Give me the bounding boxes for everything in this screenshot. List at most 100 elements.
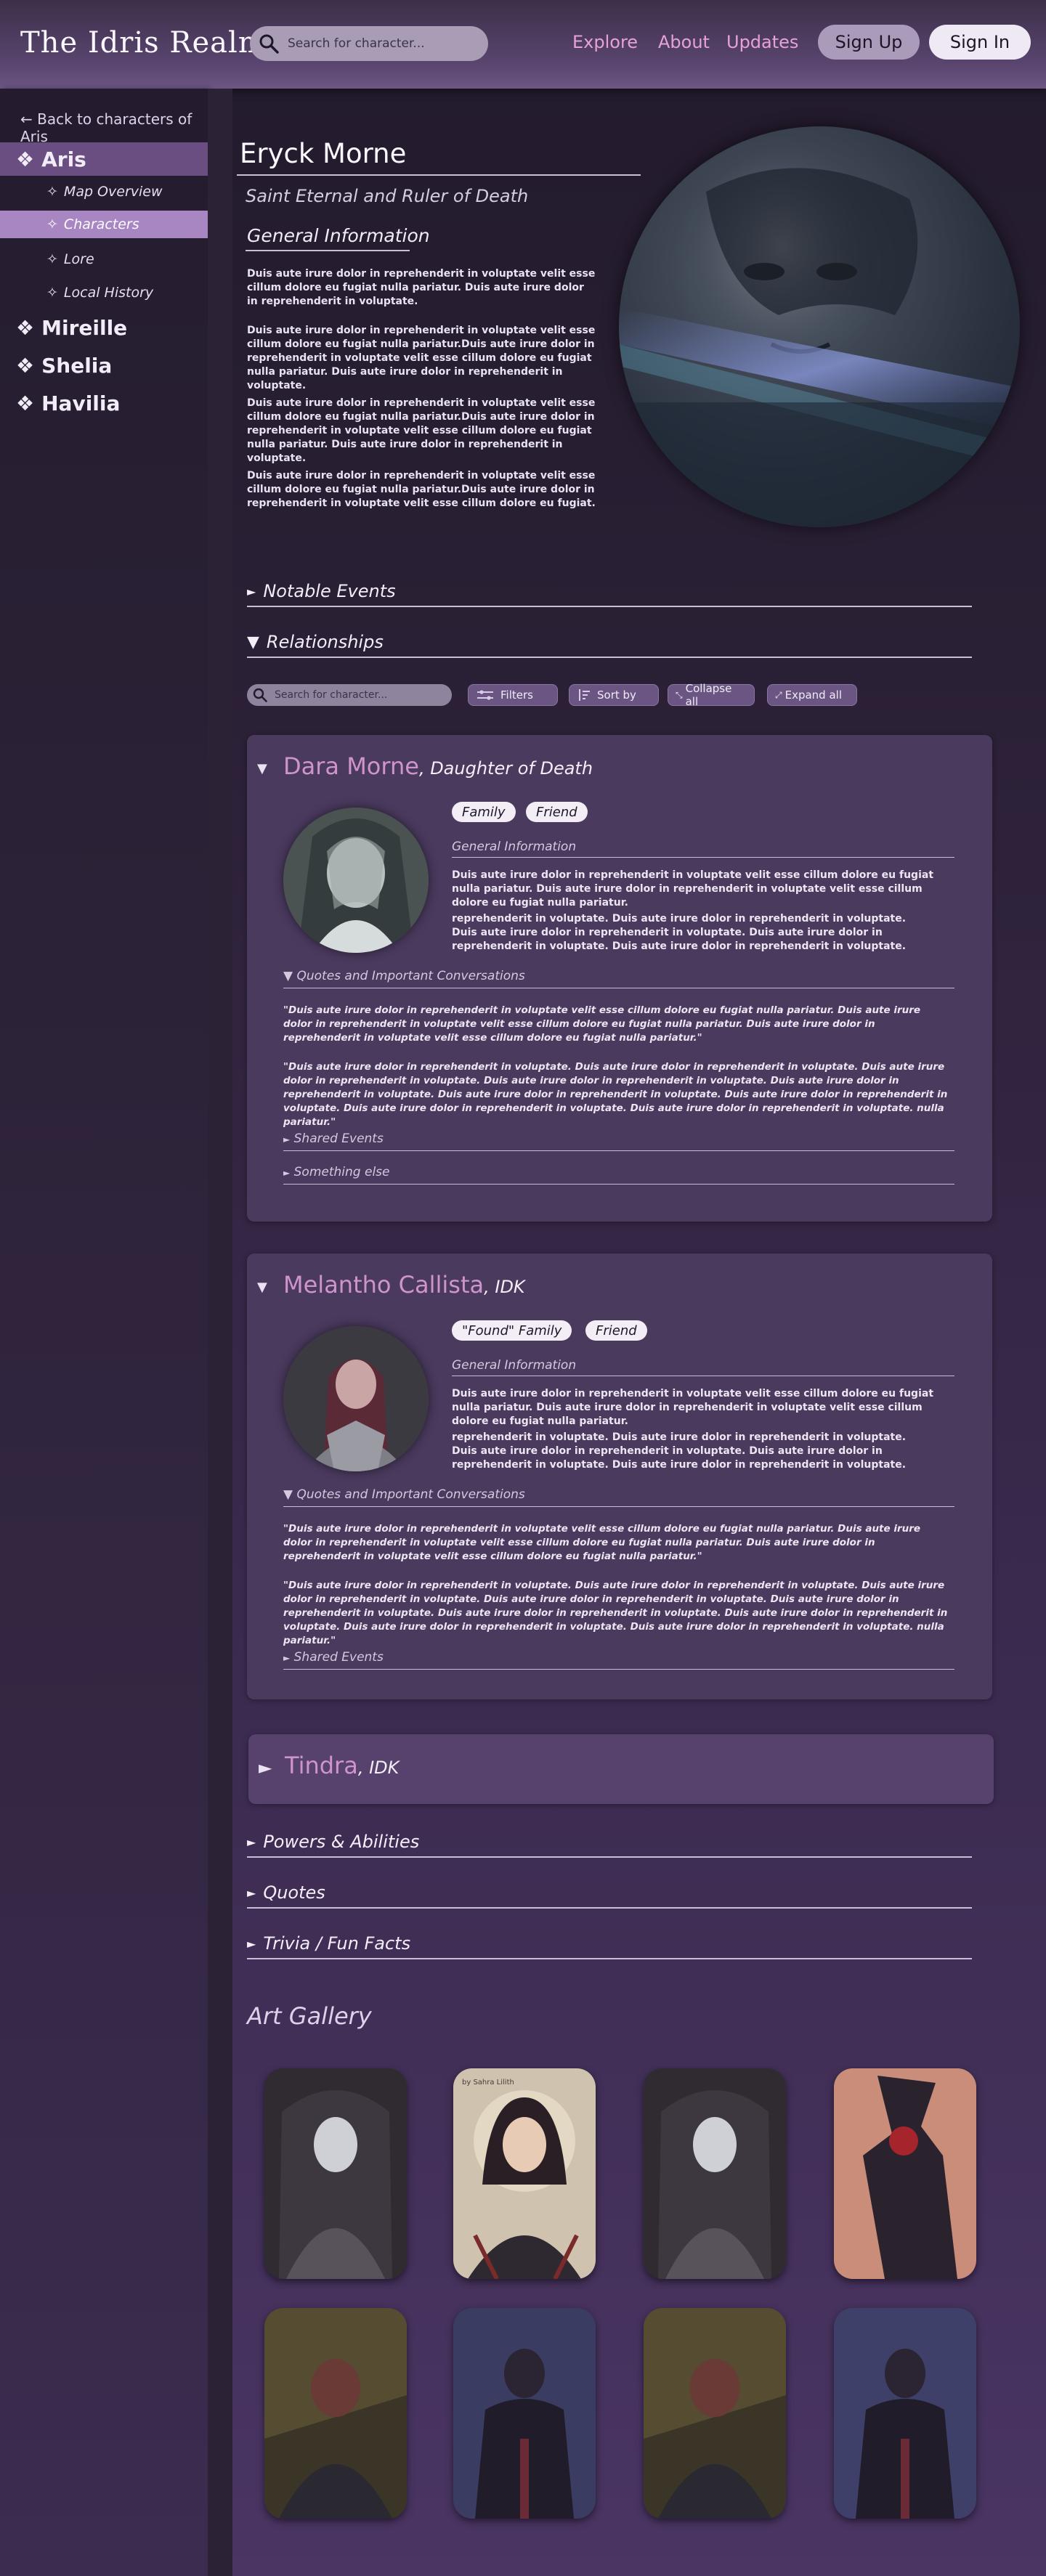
relationship-name-line: Melantho Callista, IDK [283,1271,525,1299]
something-else-toggle[interactable]: ► Something else [283,1165,389,1179]
section-divider [247,1907,972,1909]
shared-events-toggle[interactable]: ► Shared Events [283,1131,384,1146]
filters-button[interactable]: Filters [468,684,558,706]
gallery-thumbnail[interactable]: by Sahra Lilith [453,2068,596,2279]
relationship-card-collapsed[interactable]: ► Tindra, IDK [248,1734,994,1804]
collapse-all-label: Collapse all [685,682,732,708]
back-to-characters-link[interactable]: ← Back to characters of Aris [20,110,208,145]
gallery-thumbnail[interactable] [834,2068,976,2279]
nav-about-link[interactable]: About [658,32,710,52]
search-icon [253,688,267,702]
expand-caret-icon[interactable]: ► [259,1758,272,1778]
gallery-artwork [264,2068,407,2279]
sign-in-button[interactable]: Sign In [929,25,1031,60]
site-brand[interactable]: The Idris Realm [20,26,267,60]
sidebar-realm-label: Havilia [41,391,121,415]
collapse-caret-icon[interactable]: ▼ [257,1280,267,1295]
gallery-thumbnail[interactable] [453,2308,596,2519]
quotes-heading: Quotes and Important Conversations [296,1487,525,1502]
general-info-paragraph: Duis aute irure dolor in reprehenderit i… [247,268,596,307]
section-divider [247,1958,972,1959]
tag-badge[interactable]: "Found" Family [452,1320,572,1341]
collapse-all-button[interactable]: ⤡ Collapse all [668,682,755,708]
relationship-name[interactable]: Tindra [285,1752,358,1779]
sidebar-item-label: Lore [63,251,94,267]
tag-badge[interactable]: Friend [585,1320,647,1341]
diamond-outline-icon: ✧ [46,216,58,232]
card-divider [283,1150,954,1151]
card-general-heading: General Information [452,1358,577,1373]
gallery-thumbnail[interactable] [644,2308,786,2519]
relationship-avatar [283,1326,429,1471]
character-portrait [619,126,1020,527]
section-notable-events-toggle[interactable]: ► Notable Events [247,581,396,601]
section-divider [247,657,972,658]
relationship-role: Daughter of Death [430,758,593,779]
expand-all-label: Expand all [784,688,843,702]
quote-text: "Duis aute irure dolor in reprehenderit … [283,1004,921,1044]
sidebar-realm-shelia[interactable]: ❖ Shelia [0,349,208,382]
sidebar-item-map-overview[interactable]: ✧ Map Overview [0,178,208,206]
triangle-right-icon: ► [283,1653,291,1663]
sidebar: ← Back to characters of Aris ❖ Aris ✧ Ma… [0,89,208,2576]
collapse-caret-icon[interactable]: ▼ [257,761,267,776]
quote-text: "Duis aute irure dolor in reprehenderit … [283,1523,921,1562]
title-underline [237,174,641,176]
relationship-card: ▼ Dara Morne, Daughter of Death Family F… [247,735,992,1222]
sliders-icon [477,690,493,700]
sidebar-item-label: Characters [63,216,139,232]
gallery-artwork: by Sahra Lilith [453,2068,596,2279]
gallery-thumbnail[interactable] [264,2068,407,2279]
section-relationships-toggle[interactable]: ▼ Relationships [247,632,384,652]
sidebar-realm-mireille[interactable]: ❖ Mireille [0,311,208,344]
card-paragraph: reprehenderit in voluptate. Duis aute ir… [452,913,907,952]
sidebar-item-lore[interactable]: ✧ Lore [0,245,208,273]
relationship-search-box[interactable] [247,684,452,706]
general-information-heading: General Information [247,225,430,246]
expand-all-button[interactable]: ⤢ Expand all [767,684,857,706]
sidebar-item-local-history[interactable]: ✧ Local History [0,279,208,306]
nav-updates-link[interactable]: Updates [726,32,798,52]
sort-by-button[interactable]: Sort by [569,684,659,706]
diamond-icon: ❖ [16,353,35,378]
avatar-artwork [283,808,429,953]
quotes-toggle[interactable]: ▼ Quotes and Important Conversations [283,969,525,983]
card-paragraph: Duis aute irure dolor in reprehenderit i… [452,869,934,909]
nav-explore-link[interactable]: Explore [572,32,638,52]
sidebar-item-characters[interactable]: ✧ Characters [0,211,208,238]
header-search-box[interactable] [250,26,488,61]
card-divider [283,1184,954,1185]
section-trivia-toggle[interactable]: ► Trivia / Fun Facts [247,1933,410,1954]
gallery-artwork [644,2308,786,2519]
top-navbar: The Idris Realm Explore About Updates Si… [0,0,1046,89]
card-divider [452,857,954,858]
diamond-icon: ❖ [16,315,35,340]
relationship-name[interactable]: Melantho Callista [283,1271,484,1299]
relationship-search-input[interactable] [275,689,442,701]
section-label: Trivia / Fun Facts [263,1933,411,1954]
triangle-down-icon: ▼ [283,969,293,983]
general-info-paragraph: Duis aute irure dolor in reprehenderit i… [247,470,596,509]
shared-events-toggle[interactable]: ► Shared Events [283,1650,384,1665]
sidebar-realm-aris[interactable]: ❖ Aris [0,142,208,176]
sidebar-realm-havilia[interactable]: ❖ Havilia [0,386,208,420]
quotes-toggle[interactable]: ▼ Quotes and Important Conversations [283,1487,525,1502]
gallery-artwork [834,2308,976,2519]
gallery-thumbnail[interactable] [834,2308,976,2519]
tag-badge[interactable]: Family [452,802,516,822]
something-else-label: Something else [293,1165,390,1179]
section-divider [247,606,972,607]
gallery-thumbnail[interactable] [264,2308,407,2519]
sign-up-button[interactable]: Sign Up [818,25,920,60]
card-paragraph: Duis aute irure dolor in reprehenderit i… [452,1388,934,1427]
quotes-heading: Quotes and Important Conversations [296,969,525,983]
header-search-input[interactable] [288,36,477,51]
diamond-icon: ❖ [16,147,35,171]
tag-badge[interactable]: Friend [526,802,588,822]
relationship-name[interactable]: Dara Morne [283,752,419,780]
diamond-icon: ❖ [16,391,35,415]
section-quotes-toggle[interactable]: ► Quotes [247,1882,325,1903]
section-powers-toggle[interactable]: ► Powers & Abilities [247,1832,419,1852]
sidebar-realm-label: Aris [41,147,86,171]
gallery-thumbnail[interactable] [644,2068,786,2279]
